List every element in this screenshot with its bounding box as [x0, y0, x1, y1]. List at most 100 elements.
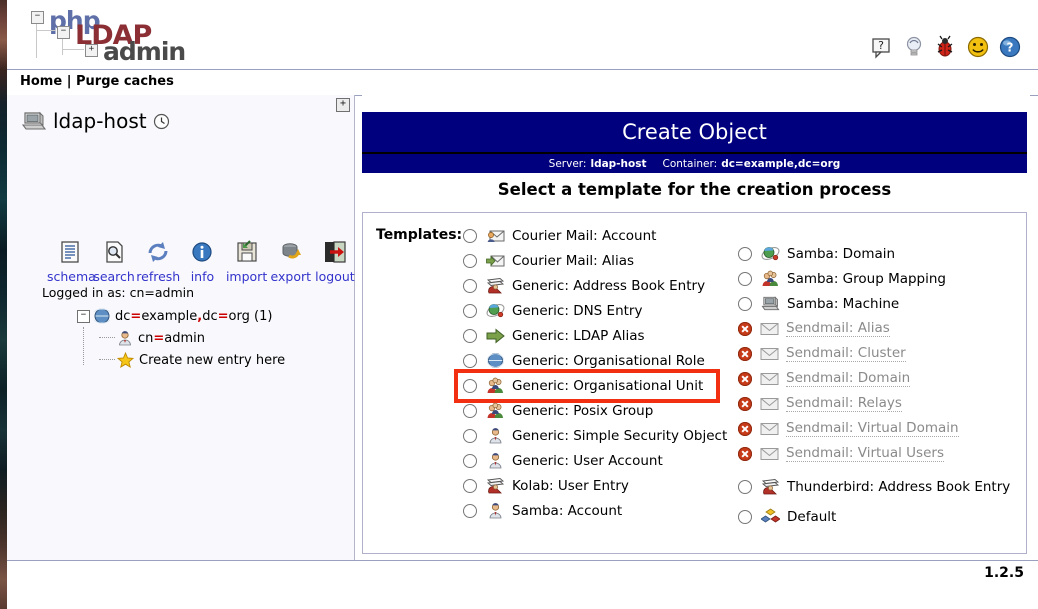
- disabled-x-icon: [738, 347, 752, 361]
- import-icon: [225, 237, 269, 267]
- template-option[interactable]: Generic: DNS Entry: [463, 298, 743, 323]
- template-radio[interactable]: [738, 480, 752, 494]
- template-radio[interactable]: [463, 229, 477, 243]
- blocks-icon: [761, 508, 780, 526]
- template-option[interactable]: Generic: User Account: [463, 448, 743, 473]
- svg-text:?: ?: [1007, 41, 1014, 55]
- sidebar-tool-import[interactable]: import: [225, 237, 269, 284]
- sidebar-panel: + ldap-host: [7, 95, 355, 560]
- template-radio[interactable]: [738, 272, 752, 286]
- template-radio[interactable]: [738, 297, 752, 311]
- template-option-organisational-unit[interactable]: Generic: Organisational Unit: [463, 373, 743, 398]
- help-tooltip-icon[interactable]: ?: [870, 35, 894, 59]
- sidebar-tool-label: refresh: [136, 269, 180, 284]
- tree-connector: [99, 359, 115, 361]
- template-option[interactable]: Generic: LDAP Alias: [463, 323, 743, 348]
- template-radio[interactable]: [463, 379, 477, 393]
- template-option[interactable]: Generic: Simple Security Object: [463, 423, 743, 448]
- template-label: Sendmail: Virtual Domain: [786, 420, 959, 437]
- template-option[interactable]: Courier Mail: Account: [463, 223, 743, 248]
- page-title: Create Object: [362, 112, 1027, 154]
- template-option[interactable]: Generic: Posix Group: [463, 398, 743, 423]
- tree-root-node[interactable]: − dc=example,dc=org (1): [77, 305, 285, 327]
- clock-icon: [153, 113, 170, 130]
- template-option[interactable]: Samba: Group Mapping: [738, 266, 1023, 291]
- template-radio[interactable]: [463, 504, 477, 518]
- template-radio[interactable]: [463, 454, 477, 468]
- template-label: Sendmail: Alias: [786, 320, 890, 337]
- sidebar-tool-export[interactable]: export: [269, 237, 313, 284]
- nav-home-link[interactable]: Home: [20, 74, 62, 89]
- template-radio[interactable]: [463, 304, 477, 318]
- template-option[interactable]: Thunderbird: Address Book Entry: [738, 474, 1023, 499]
- template-label: Samba: Machine: [787, 296, 899, 312]
- template-option[interactable]: Generic: Address Book Entry: [463, 273, 743, 298]
- template-radio[interactable]: [463, 404, 477, 418]
- sidebar-tool-refresh[interactable]: refresh: [136, 237, 180, 284]
- sidebar-tool-schema[interactable]: schema: [47, 237, 92, 284]
- container-label: Container:: [663, 158, 718, 170]
- templates-column-left: Courier Mail: Account Courier Mail: Alia…: [463, 223, 743, 523]
- template-radio[interactable]: [738, 247, 752, 261]
- template-option[interactable]: Samba: Machine: [738, 291, 1023, 316]
- tree-connector: [99, 337, 115, 339]
- breadcrumb: Home | Purge caches: [20, 74, 174, 89]
- tree-collapse-toggle[interactable]: −: [77, 310, 90, 323]
- logged-in-as-text: Logged in as: cn=admin: [42, 285, 194, 300]
- footer-divider: [7, 560, 1038, 561]
- tree-create-new-entry[interactable]: Create new entry here: [99, 349, 285, 371]
- template-label: Sendmail: Domain: [786, 370, 910, 387]
- template-option[interactable]: Samba: Domain: [738, 241, 1023, 266]
- logo-tree-line-2: [36, 30, 56, 31]
- template-option-disabled: Sendmail: Alias: [738, 316, 1023, 341]
- template-radio[interactable]: [463, 279, 477, 293]
- template-option[interactable]: Kolab: User Entry: [463, 473, 743, 498]
- user-icon: [486, 452, 505, 470]
- template-option[interactable]: Default: [738, 504, 1023, 529]
- help-icon[interactable]: ?: [998, 35, 1022, 59]
- tree-child-cn-admin[interactable]: cn=admin: [99, 327, 285, 349]
- sidebar-expand-button[interactable]: +: [336, 98, 350, 112]
- disabled-x-icon: [738, 322, 752, 336]
- template-radio[interactable]: [463, 354, 477, 368]
- template-radio[interactable]: [738, 510, 752, 524]
- phpldapadmin-logo[interactable]: − php − LDAP + admin: [25, 6, 225, 64]
- template-radio[interactable]: [463, 254, 477, 268]
- template-label: Default: [787, 509, 836, 525]
- sidebar-tool-label: schema: [47, 269, 92, 284]
- template-label: Generic: User Account: [512, 453, 663, 469]
- logo-minus-box-2: −: [57, 26, 70, 39]
- logo-tree-line-3: [62, 39, 63, 55]
- logo-tree-line-4: [62, 49, 84, 50]
- template-radio[interactable]: [463, 329, 477, 343]
- template-label: Generic: Simple Security Object: [512, 428, 727, 444]
- nav-purge-caches-link[interactable]: Purge caches: [76, 74, 174, 89]
- computer-icon: [21, 109, 47, 133]
- template-radio[interactable]: [463, 429, 477, 443]
- template-radio[interactable]: [463, 479, 477, 493]
- smiley-icon[interactable]: [966, 35, 990, 59]
- sidebar-tool-search[interactable]: search: [92, 237, 136, 284]
- templates-column-right: Samba: Domain Samba: Gr: [738, 241, 1023, 529]
- envelope-icon: [760, 320, 779, 338]
- template-label: Generic: Posix Group: [512, 403, 653, 419]
- template-option[interactable]: Samba: Account: [463, 498, 743, 523]
- sidebar-tool-info[interactable]: info: [180, 237, 224, 284]
- sidebar-host-name[interactable]: ldap-host: [53, 109, 147, 133]
- breadcrumb-navbar: Home | Purge caches: [7, 69, 1038, 96]
- refresh-icon: [136, 237, 180, 267]
- envelope-icon: [760, 370, 779, 388]
- template-label: Courier Mail: Account: [512, 228, 656, 244]
- green-arrow-icon: [486, 327, 505, 345]
- dns-globe-icon: [486, 302, 505, 320]
- template-option[interactable]: Generic: Organisational Role: [463, 348, 743, 373]
- logo-plus-box: +: [85, 44, 98, 57]
- sidebar-tool-logout[interactable]: logout: [313, 237, 357, 284]
- lightbulb-icon[interactable]: [902, 35, 926, 59]
- template-label: Sendmail: Cluster: [786, 345, 906, 362]
- info-icon: [180, 237, 224, 267]
- bug-icon[interactable]: [934, 35, 958, 59]
- logo-minus-box-1: −: [31, 11, 44, 24]
- template-option[interactable]: Courier Mail: Alias: [463, 248, 743, 273]
- tree-child-label: cn=admin: [138, 331, 205, 346]
